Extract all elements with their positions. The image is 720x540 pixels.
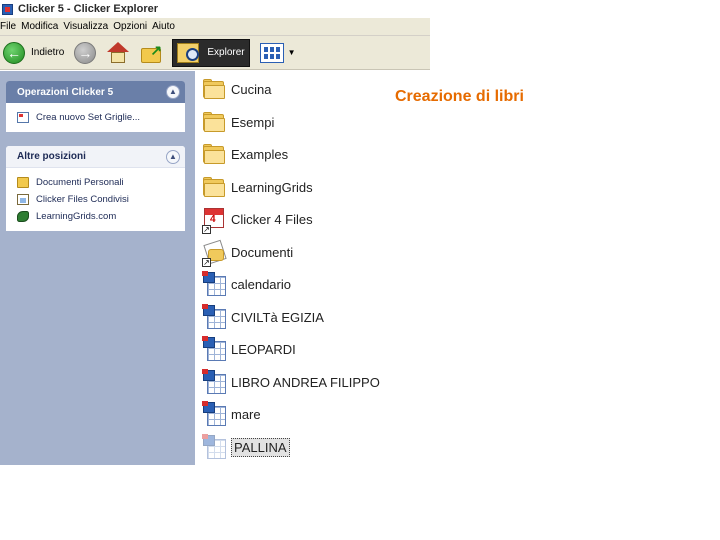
shortcut-item[interactable]: 4 ↗ Clicker 4 Files <box>202 204 313 234</box>
file-name: Examples <box>231 146 289 162</box>
folder-icon <box>202 174 226 200</box>
clicker-tasks-panel: Operazioni Clicker 5 ▲ Crea nuovo Set Gr… <box>6 81 185 132</box>
menu-aiuto[interactable]: Aiuto <box>152 21 180 32</box>
menu-visualizza[interactable]: Visualizza <box>63 21 113 32</box>
clicker-tasks-title: Operazioni Clicker 5 <box>17 86 114 98</box>
shortcut-item[interactable]: ↗ Documenti <box>202 237 293 267</box>
grid-set-item[interactable]: CIVILTà EGIZIA <box>202 302 324 332</box>
clicker-tasks-body: Crea nuovo Set Griglie... <box>6 103 185 132</box>
folder-item[interactable]: LearningGrids <box>202 172 313 202</box>
other-places-panel: Altre posizioni ▲ Documenti Personali Cl… <box>6 146 185 231</box>
folder-up-icon[interactable]: ↗ <box>140 42 164 64</box>
place-label: LearningGrids.com <box>36 211 117 222</box>
other-places-title: Altre posizioni <box>17 151 86 162</box>
toolbar: ← Indietro → ↗ Explorer ▼ <box>0 36 430 70</box>
grid-set-icon <box>202 271 226 297</box>
folder-icon <box>202 141 226 167</box>
file-name: LearningGrids <box>231 179 313 195</box>
explorer-icon <box>177 42 200 63</box>
folder-icon <box>202 76 226 102</box>
place-label: Clicker Files Condivisi <box>36 194 129 205</box>
view-grid-icon <box>259 42 284 63</box>
grid-set-item[interactable]: LEOPARDI <box>202 334 296 364</box>
file-name: LIBRO ANDREA FILIPPO <box>231 374 380 390</box>
file-name: Cucina <box>231 81 272 97</box>
file-list: Cucina Esempi Examples LearningGrids 4 ↗ … <box>195 71 430 465</box>
file-name: calendario <box>231 276 291 292</box>
clicker-explorer-window: Clicker 5 - Clicker Explorer File Modifi… <box>0 0 430 465</box>
grid-set-item-selected[interactable]: PALLINA <box>202 432 290 462</box>
other-places-header[interactable]: Altre posizioni ▲ <box>6 146 185 168</box>
other-places-body: Documenti Personali Clicker Files Condiv… <box>6 168 185 231</box>
place-label: Documenti Personali <box>36 177 124 188</box>
place-documenti-personali[interactable]: Documenti Personali <box>17 174 185 191</box>
folder-icon <box>202 109 226 135</box>
task-new-grid-set[interactable]: Crea nuovo Set Griglie... <box>17 109 185 126</box>
explorer-button[interactable]: Explorer <box>172 38 250 67</box>
grid-set-item[interactable]: calendario <box>202 269 291 299</box>
grid-set-icon <box>202 401 226 427</box>
view-menu-button[interactable]: ▼ <box>259 42 296 63</box>
slide-caption: Creazione di libri <box>395 88 524 105</box>
grid-set-item[interactable]: mare <box>202 399 261 429</box>
forward-arrow-icon[interactable]: → <box>74 41 97 64</box>
title-bar: Clicker 5 - Clicker Explorer <box>0 0 430 18</box>
file-name: PALLINA <box>231 437 290 457</box>
grid-set-icon <box>202 434 226 460</box>
explorer-label: Explorer <box>207 47 245 58</box>
collapse-chevron-icon[interactable]: ▲ <box>166 149 180 164</box>
clicker4-shortcut-icon: 4 ↗ <box>202 206 226 234</box>
task-pane: Operazioni Clicker 5 ▲ Crea nuovo Set Gr… <box>0 71 195 465</box>
menu-opzioni[interactable]: Opzioni <box>113 21 152 32</box>
grid-set-icon <box>202 336 226 362</box>
file-name: LEOPARDI <box>231 341 296 357</box>
task-new-grid-set-label: Crea nuovo Set Griglie... <box>36 112 141 123</box>
file-name: Documenti <box>231 244 294 260</box>
new-grid-icon <box>17 112 29 123</box>
back-button[interactable]: ← Indietro <box>3 39 64 67</box>
place-clicker-files-condivisi[interactable]: Clicker Files Condivisi <box>17 191 185 208</box>
folder-item[interactable]: Cucina <box>202 74 271 104</box>
web-icon <box>17 211 29 222</box>
clicker-app-icon <box>2 3 13 15</box>
grid-set-icon <box>202 369 226 395</box>
place-learninggrids-com[interactable]: LearningGrids.com <box>17 208 185 225</box>
folder-item[interactable]: Examples <box>202 139 288 169</box>
file-name: CIVILTà EGIZIA <box>231 309 324 325</box>
grid-set-icon <box>202 304 226 330</box>
file-name: mare <box>231 406 261 422</box>
clicker-tasks-header[interactable]: Operazioni Clicker 5 ▲ <box>6 81 185 103</box>
chevron-down-icon: ▼ <box>287 48 296 57</box>
collapse-chevron-icon[interactable]: ▲ <box>166 85 180 99</box>
menu-file[interactable]: File <box>0 21 21 32</box>
back-label: Indietro <box>31 47 65 58</box>
home-icon[interactable] <box>106 41 130 65</box>
shared-files-icon <box>17 194 29 205</box>
menu-bar: File Modifica Visualizza Opzioni Aiuto <box>0 18 430 36</box>
folder-item[interactable]: Esempi <box>202 107 274 137</box>
back-arrow-icon: ← <box>3 41 25 64</box>
folder-icon <box>17 177 29 188</box>
documents-shortcut-icon: ↗ <box>202 239 227 267</box>
file-name: Esempi <box>231 114 275 130</box>
grid-set-item[interactable]: LIBRO ANDREA FILIPPO <box>202 367 380 397</box>
window-title: Clicker 5 - Clicker Explorer <box>18 3 159 15</box>
file-name: Clicker 4 Files <box>231 211 313 227</box>
menu-modifica[interactable]: Modifica <box>21 21 63 32</box>
